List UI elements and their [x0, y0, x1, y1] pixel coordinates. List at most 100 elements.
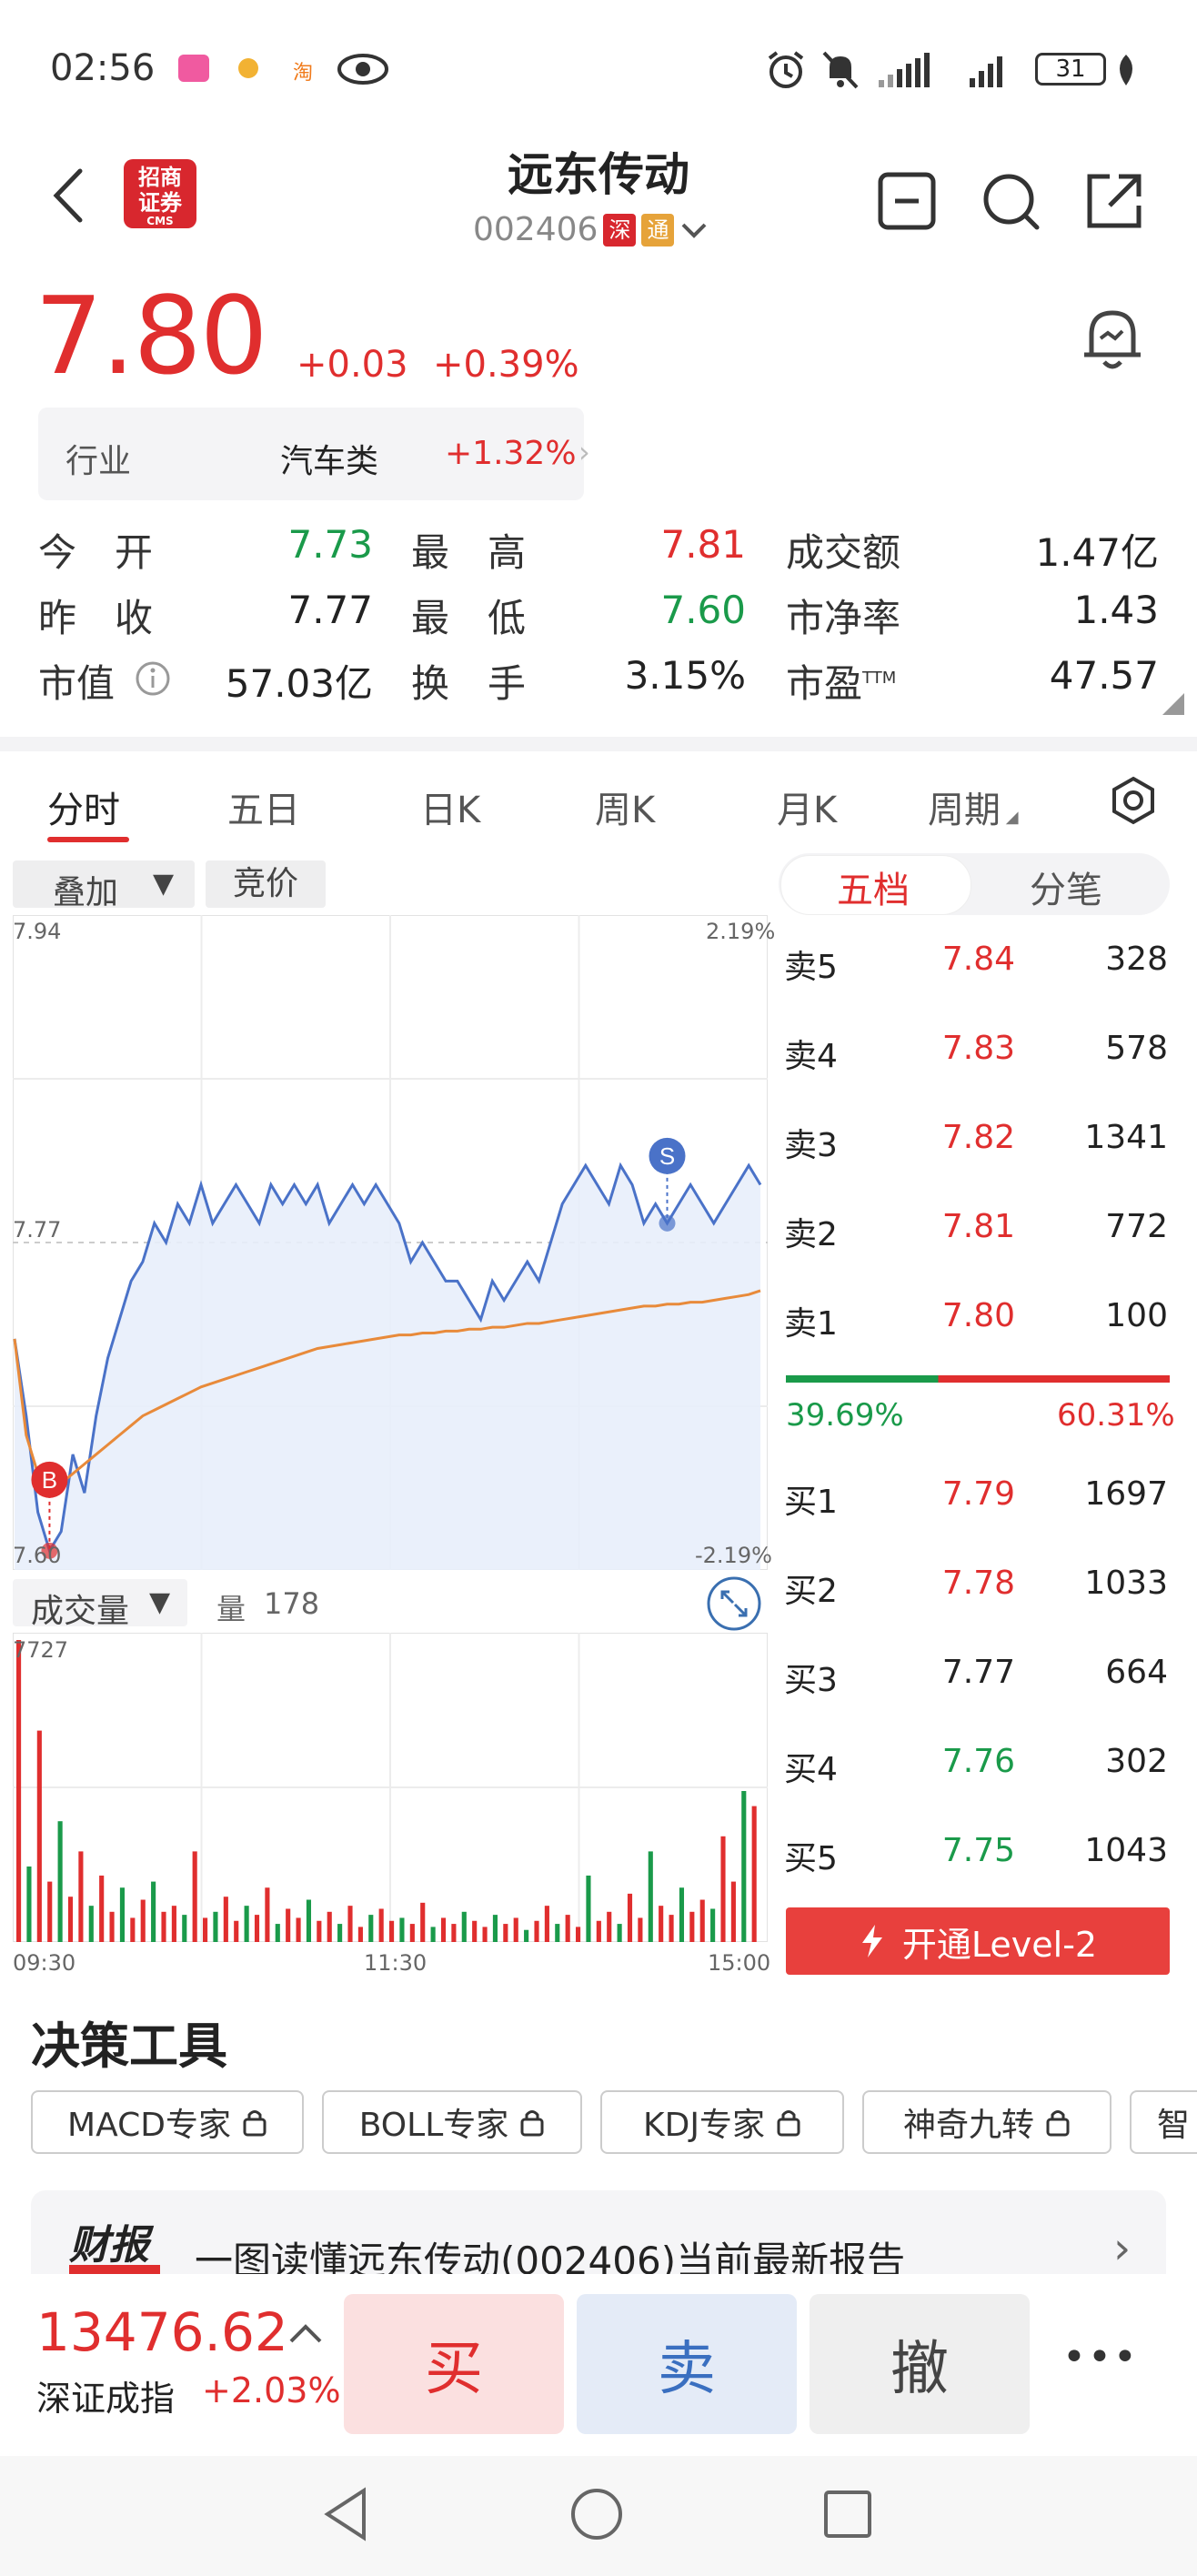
- tab-weekly-k[interactable]: 周K: [595, 780, 655, 833]
- open-level2-button[interactable]: 开通Level-2: [786, 1907, 1170, 1975]
- back-icon[interactable]: [45, 164, 91, 227]
- volume-bar: [472, 1920, 478, 1942]
- volume-bar: [26, 1867, 32, 1942]
- volume-bar: [648, 1851, 653, 1942]
- decision-tools-title: 决策工具: [31, 2018, 227, 2075]
- buy-sell-ratio-bar: [786, 1375, 1170, 1383]
- tool-td-sequential[interactable]: 神奇九转: [862, 2090, 1112, 2154]
- volume-bar: [513, 1917, 518, 1942]
- x-tick-1130: 11:30: [364, 1950, 428, 1976]
- intraday-price-chart[interactable]: BS: [13, 915, 768, 1570]
- tool-more[interactable]: 智: [1130, 2090, 1197, 2154]
- tab-intraday[interactable]: 分时: [47, 780, 120, 833]
- volume-chart: [13, 1633, 768, 1942]
- settings-icon[interactable]: [1108, 775, 1159, 826]
- expand-corner-icon[interactable]: [1162, 693, 1184, 715]
- tab-active-indicator: [47, 837, 129, 842]
- alarm-icon: [768, 51, 804, 88]
- signal-icon: [879, 53, 930, 87]
- price-alert-bell-icon[interactable]: [1081, 304, 1144, 373]
- volume-bar: [109, 1911, 115, 1942]
- current-price: 7.80: [35, 273, 268, 398]
- high-label: 最 高: [411, 530, 527, 575]
- volume-bar: [555, 1924, 560, 1942]
- order-level-label: 买5: [784, 1840, 838, 1877]
- volume-qty-value: 178: [264, 1586, 320, 1621]
- price-change-pct: +0.39%: [433, 344, 579, 386]
- order-level-label: 买2: [784, 1573, 838, 1610]
- volume-bar: [430, 1927, 436, 1942]
- order-level-price: 7.81: [941, 1208, 1015, 1245]
- tool-kdj[interactable]: KDJ专家: [600, 2090, 844, 2154]
- chevron-right-icon: ›: [578, 435, 590, 469]
- search-icon[interactable]: [979, 169, 1042, 233]
- auction-button[interactable]: 竞价: [206, 860, 326, 908]
- chevron-up-icon[interactable]: [287, 2319, 324, 2347]
- more-icon[interactable]: •••: [1062, 2334, 1139, 2380]
- broker-logo: 招商证券 CMS: [124, 159, 196, 228]
- order-level-price: 7.77: [941, 1654, 1015, 1691]
- volume-bar: [627, 1893, 633, 1942]
- volume-bar: [254, 1915, 260, 1942]
- volume-bar: [638, 1917, 643, 1942]
- lock-icon: [1046, 2110, 1070, 2137]
- nav-home-icon[interactable]: [569, 2487, 624, 2541]
- tool-boll[interactable]: BOLL专家: [322, 2090, 582, 2154]
- cancel-order-button[interactable]: 撤: [810, 2294, 1030, 2434]
- volume-bar: [161, 1911, 166, 1942]
- mcap-label: 市值: [38, 661, 116, 706]
- volume-bar: [192, 1851, 197, 1942]
- volume-bar: [368, 1915, 374, 1942]
- volume-bar: [182, 1915, 187, 1942]
- pb-label: 市净率: [786, 596, 901, 640]
- chevron-down-icon[interactable]: [679, 219, 709, 241]
- nav-back-icon[interactable]: [320, 2485, 371, 2543]
- volume-indicator-button[interactable]: 成交量 ▼: [13, 1579, 187, 1630]
- stock-code-row[interactable]: 002406 深 通: [473, 211, 709, 248]
- volume-bar: [420, 1902, 426, 1942]
- fullscreen-icon[interactable]: [706, 1575, 762, 1632]
- order-level-label: 卖4: [784, 1038, 838, 1075]
- buy-button[interactable]: 买: [344, 2294, 564, 2434]
- volume-bar: [119, 1887, 126, 1942]
- tab-daily-k[interactable]: 日K: [420, 780, 480, 833]
- tab-five-day[interactable]: 五日: [227, 780, 300, 833]
- share-icon[interactable]: [1082, 169, 1146, 233]
- app-notification-icon: [238, 58, 258, 78]
- tab-five-levels-label: 五档: [837, 870, 910, 911]
- volume-bar: [347, 1906, 353, 1942]
- tab-period[interactable]: 周期 ◢: [928, 780, 1019, 833]
- tab-tick-trades[interactable]: 分笔: [1030, 860, 1102, 913]
- lightning-icon: [861, 1925, 882, 1957]
- order-level-label: 买1: [784, 1484, 838, 1521]
- volume-bar: [223, 1897, 228, 1942]
- order-level-label: 卖1: [784, 1305, 838, 1343]
- mcap-value: 57.03亿: [225, 661, 373, 706]
- stock-code: 002406: [473, 211, 598, 248]
- volume-bar: [689, 1911, 695, 1942]
- volume-bar: [337, 1924, 343, 1942]
- sell-button[interactable]: 卖: [577, 2294, 797, 2434]
- volume-bar: [378, 1908, 384, 1942]
- volume-bar: [565, 1915, 570, 1942]
- index-value[interactable]: 13476.62: [36, 2301, 288, 2363]
- order-level-price: 7.83: [941, 1030, 1015, 1067]
- industry-panel[interactable]: 行业 汽车类 +1.32% ›: [38, 408, 590, 500]
- marker-point: [659, 1214, 676, 1232]
- pct-top-label: 2.19%: [706, 919, 776, 944]
- info-icon[interactable]: [135, 660, 171, 697]
- volume-bar: [306, 1899, 312, 1942]
- tool-macd[interactable]: MACD专家: [31, 2090, 304, 2154]
- tab-monthly-k[interactable]: 月K: [777, 780, 837, 833]
- sell-ratio: 60.31%: [1057, 1397, 1175, 1434]
- minimize-icon[interactable]: [875, 169, 939, 233]
- overlay-button[interactable]: 叠加 ▼: [13, 860, 195, 911]
- price-change: +0.03: [297, 344, 408, 386]
- volume-bar: [78, 1851, 84, 1942]
- nav-recent-icon[interactable]: [822, 2489, 873, 2540]
- y-mid-label: 7.77: [13, 1217, 62, 1243]
- order-level-volume: 1043: [1084, 1832, 1168, 1869]
- volume-bar: [88, 1906, 94, 1942]
- order-level-volume: 100: [1105, 1297, 1168, 1334]
- section-divider: [0, 737, 1197, 751]
